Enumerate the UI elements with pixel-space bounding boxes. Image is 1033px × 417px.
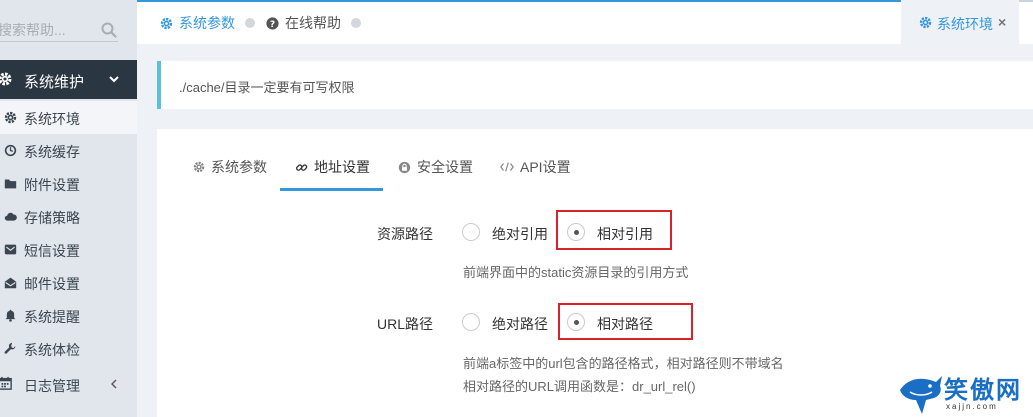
cloud-icon [4, 212, 17, 221]
sidebar-group-label: 日志管理 [24, 378, 80, 394]
info-alert: ./cache/目录一定要有可写权限 [157, 61, 1033, 109]
calendar-icon [0, 376, 12, 390]
panel-tab-label: 系统参数 [211, 159, 267, 175]
url-path-label: URL路径 [376, 316, 433, 332]
panel-tab-address[interactable]: 地址设置 [295, 157, 370, 177]
radio-label[interactable]: 相对路径 [597, 314, 653, 334]
gear-icon [919, 16, 932, 29]
panel-tab-label: API设置 [520, 159, 571, 175]
radio-absolute-reference[interactable] [462, 223, 480, 241]
panel-tab-security[interactable]: 安全设置 [398, 157, 473, 177]
sidebar-group-system-maintenance[interactable]: 系统维护 [0, 60, 137, 99]
panel-tab-system-params[interactable]: 系统参数 [193, 157, 267, 177]
resource-path-label: 资源路径 [377, 226, 433, 242]
watermark-logo: 笑傲网 xajjn.com [894, 368, 1033, 417]
tab-system-params[interactable]: 系统参数 [160, 13, 255, 33]
radio-label[interactable]: 相对引用 [597, 224, 653, 244]
radio-label[interactable]: 绝对引用 [492, 224, 548, 244]
radio-relative-path[interactable] [567, 313, 585, 331]
sidebar-group-log-management[interactable]: 日志管理 [0, 368, 137, 402]
link-icon [295, 163, 308, 171]
tab-system-env[interactable]: 系统环境 × [901, 0, 1019, 44]
bell-icon [5, 309, 16, 322]
tab-online-help[interactable]: ? 在线帮助 [266, 13, 361, 33]
panel-tab-label: 地址设置 [314, 159, 370, 175]
sidebar-item-reminder[interactable]: 系统提醒 [0, 299, 137, 332]
top-tab-bar: 系统参数 ? 在线帮助 系统环境 × [137, 0, 1033, 44]
tab-bar-accent [137, 0, 901, 2]
close-icon[interactable]: × [998, 14, 1006, 30]
clock-icon [4, 144, 17, 157]
alert-text: ./cache/目录一定要有可写权限 [179, 80, 355, 95]
search-icon[interactable] [101, 22, 117, 38]
sidebar-item-label: 系统体检 [24, 342, 80, 358]
envelope-open-icon [4, 277, 17, 289]
wrench-icon [4, 342, 16, 354]
envelope-square-icon [4, 244, 17, 255]
sidebar-search [0, 0, 137, 60]
gear-icon [193, 161, 205, 173]
radio-absolute-path[interactable] [462, 313, 480, 331]
sidebar-item-label: 附件设置 [24, 177, 80, 193]
panel-tab-label: 安全设置 [417, 159, 473, 175]
code-icon [500, 162, 514, 172]
sidebar-item-label: 系统缓存 [24, 144, 80, 160]
resource-path-help: 前端界面中的static资源目录的引用方式 [463, 265, 689, 280]
watermark-text: 笑傲网 [944, 376, 1022, 404]
chevron-down-icon [109, 76, 119, 83]
sidebar-item-storage[interactable]: 存储策略 [0, 200, 137, 233]
radio-label[interactable]: 绝对路径 [492, 314, 548, 334]
shark-icon [900, 376, 942, 414]
question-circle-icon: ? [266, 16, 279, 29]
panel-tab-api[interactable]: API设置 [500, 157, 571, 177]
folder-icon [4, 179, 17, 189]
url-path-help: 相对路径的URL调用函数是：dr_url_rel() [463, 379, 696, 394]
sidebar-item-sms[interactable]: 短信设置 [0, 233, 137, 266]
sidebar-item-label: 系统提醒 [24, 309, 80, 325]
gear-icon [4, 111, 17, 124]
active-tab-indicator [280, 188, 383, 191]
tab-close-dot[interactable] [245, 18, 255, 28]
sidebar-item-system-cache[interactable]: 系统缓存 [0, 134, 137, 167]
svg-text:?: ? [270, 19, 275, 29]
sidebar-item-system-env[interactable]: 系统环境 [0, 101, 137, 134]
gear-icon [0, 72, 12, 86]
sidebar-item-health-check[interactable]: 系统体检 [0, 332, 137, 365]
tab-label: 系统参数 [179, 15, 235, 31]
watermark-url: xajjn.com [946, 402, 998, 411]
sidebar-item-label: 存储策略 [24, 210, 80, 226]
sidebar-item-mail[interactable]: 邮件设置 [0, 266, 137, 299]
gear-icon [160, 17, 173, 29]
sidebar-item-label: 邮件设置 [24, 276, 80, 292]
tab-label: 在线帮助 [285, 15, 341, 31]
radio-relative-reference[interactable] [567, 223, 585, 241]
tab-close-dot[interactable] [351, 18, 361, 28]
sidebar-item-attachment[interactable]: 附件设置 [0, 167, 137, 200]
sidebar: 系统维护 系统环境 系统缓存 附件设置 存储策略 [0, 0, 137, 417]
url-path-help: 前端a标签中的url包含的路径格式，相对路径则不带域名 [463, 356, 784, 371]
sidebar-item-label: 系统环境 [24, 111, 80, 127]
lock-icon [398, 161, 411, 173]
chevron-left-icon [111, 379, 117, 389]
sidebar-item-label: 短信设置 [24, 243, 80, 259]
sidebar-group-label: 系统维护 [24, 74, 85, 91]
tab-label: 系统环境 [937, 16, 993, 32]
